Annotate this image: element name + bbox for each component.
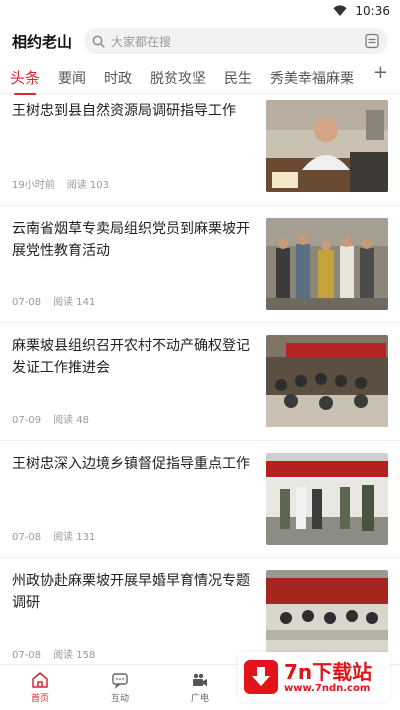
article-title: 王树忠到县自然资源局调研指导工作 bbox=[12, 103, 236, 119]
home-icon bbox=[32, 672, 48, 688]
article-reads: 阅读 158 bbox=[53, 649, 96, 661]
nav-interact[interactable]: 互动 bbox=[80, 665, 160, 710]
article-thumbnail-image bbox=[266, 570, 388, 662]
video-camera-icon bbox=[193, 673, 207, 686]
tab-livelihood[interactable]: 民生 bbox=[224, 68, 252, 88]
article-reads: 阅读 131 bbox=[53, 532, 96, 543]
app-header: 相约老山 大家都在搜 bbox=[0, 24, 400, 58]
search-bar[interactable]: 大家都在搜 bbox=[84, 28, 388, 54]
watermark-badge: 7n下载站 www.7ndn.com bbox=[238, 652, 390, 702]
download-arrow-icon bbox=[244, 660, 278, 694]
nav-home-label: 首页 bbox=[30, 694, 49, 704]
article-time: 07-08 bbox=[12, 532, 42, 543]
article-item[interactable]: 云南省烟草专卖局组织党员到麻栗坡开展党性教育活动 07-08 阅读 141 bbox=[0, 206, 400, 323]
article-list: 王树忠到县自然资源局调研指导工作 19小时前 阅读 103 云南省烟草专卖局组织党… bbox=[0, 88, 400, 676]
article-item[interactable]: 王树忠深入边境乡镇督促指导重点工作 07-08 阅读 131 bbox=[0, 441, 400, 558]
article-meta: 07-08 阅读 158 bbox=[12, 646, 95, 661]
wifi-icon bbox=[333, 5, 347, 16]
add-channel-button[interactable]: + bbox=[368, 62, 388, 83]
article-thumbnail-image bbox=[266, 335, 388, 427]
chat-icon bbox=[112, 673, 128, 689]
article-meta: 07-08 阅读 141 bbox=[12, 293, 95, 308]
article-title: 云南省烟草专卖局组织党员到麻栗坡开展党性教育活动 bbox=[12, 220, 250, 259]
article-meta: 19小时前 阅读 103 bbox=[12, 176, 109, 191]
tab-poverty[interactable]: 脱贫攻坚 bbox=[150, 68, 206, 88]
article-title: 州政协赴麻栗坡开展早婚早育情况专题调研 bbox=[12, 573, 250, 611]
tab-beautiful-malipo[interactable]: 秀美幸福麻栗 bbox=[270, 68, 354, 88]
article-thumbnail-image bbox=[266, 452, 388, 545]
tab-politics[interactable]: 时政 bbox=[104, 68, 132, 88]
article-item[interactable]: 王树忠到县自然资源局调研指导工作 19小时前 阅读 103 bbox=[0, 88, 400, 206]
nav-broadcast[interactable]: 广电 bbox=[160, 665, 240, 710]
article-time: 07-09 bbox=[12, 414, 42, 426]
article-reads: 阅读 141 bbox=[53, 297, 96, 308]
article-reads: 阅读 48 bbox=[53, 414, 89, 426]
status-time: 10:36 bbox=[355, 4, 390, 18]
article-thumbnail-image bbox=[266, 100, 388, 192]
search-icon bbox=[92, 35, 105, 48]
watermark-url: www.7ndn.com bbox=[284, 682, 371, 694]
tab-news[interactable]: 要闻 bbox=[58, 68, 86, 88]
article-item[interactable]: 麻栗坡县组织召开农村不动产确权登记发证工作推进会 07-09 阅读 48 bbox=[0, 323, 400, 441]
status-bar: 10:36 bbox=[0, 0, 400, 22]
tab-headline[interactable]: 头条 bbox=[10, 67, 40, 95]
article-meta: 07-09 阅读 48 bbox=[12, 411, 89, 426]
nav-home[interactable]: 首页 bbox=[0, 665, 80, 710]
app-title: 相约老山 bbox=[12, 32, 73, 51]
article-time: 19小时前 bbox=[12, 179, 55, 191]
nav-broadcast-label: 广电 bbox=[190, 694, 209, 704]
nav-interact-label: 互动 bbox=[110, 694, 129, 704]
article-meta: 07-08 阅读 131 bbox=[12, 528, 95, 543]
scan-icon[interactable] bbox=[364, 33, 380, 49]
article-time: 07-08 bbox=[12, 649, 42, 661]
article-reads: 阅读 103 bbox=[66, 179, 109, 191]
watermark-name: 7n下载站 bbox=[284, 659, 373, 684]
article-thumbnail-image bbox=[266, 217, 388, 310]
article-title: 麻栗坡县组织召开农村不动产确权登记发证工作推进会 bbox=[12, 338, 250, 376]
article-title: 王树忠深入边境乡镇督促指导重点工作 bbox=[12, 455, 250, 472]
search-placeholder: 大家都在搜 bbox=[111, 34, 172, 49]
article-time: 07-08 bbox=[12, 297, 42, 308]
